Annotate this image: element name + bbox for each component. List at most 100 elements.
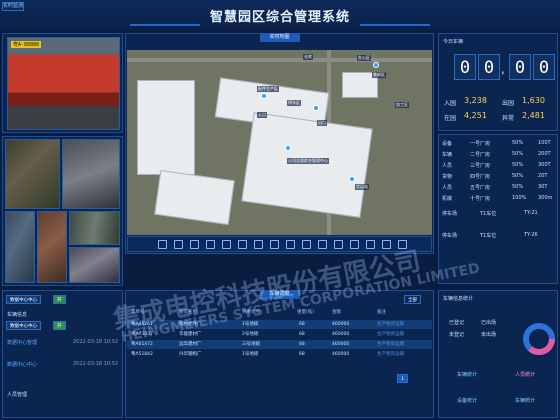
map-pin-icon[interactable] [261, 93, 267, 99]
toolbar-icon[interactable] [158, 240, 167, 249]
list-item: 人员管理 [7, 392, 28, 398]
camera-view[interactable] [5, 139, 60, 209]
stat-value: 2,481 [522, 111, 545, 120]
legend-item: 已出场 [481, 320, 497, 326]
camera-view[interactable] [5, 211, 35, 283]
right-table-cell: 20T [538, 173, 548, 179]
data-center-button[interactable]: 数据中心中心 [6, 295, 41, 304]
map-label: 加工区 [395, 102, 409, 108]
building [154, 169, 235, 226]
map-label: 停车区 [287, 100, 301, 106]
badge[interactable]: 车辆统计 [457, 371, 477, 378]
map-label: 公司总部综合管理中心 [287, 158, 329, 164]
right-table-cell: 人员 [442, 185, 453, 191]
map-label: 配件生产区 [257, 86, 279, 92]
toolbar-icon[interactable] [222, 240, 231, 249]
right-table-cell: 三号厂房 [470, 163, 491, 169]
left-bottom-panel: 数据中心中心 开 车辆信息 数据中心中心 开 数据中心管理 2022-03-18… [2, 290, 123, 418]
map-label: 装卸区 [372, 72, 386, 78]
building [137, 80, 195, 175]
map-label: 货运站 [355, 184, 369, 190]
right-table-cell: 机械 [442, 196, 453, 202]
badge[interactable]: 设备统计 [457, 397, 477, 404]
right-table-cell: 50% [512, 184, 524, 190]
toolbar-icon[interactable] [302, 240, 311, 249]
filter-select[interactable]: 全部 [404, 295, 421, 304]
right-table-cell: 人员 [442, 163, 453, 169]
map-label: 办公区 [357, 55, 371, 61]
list-item: 车辆信息 [7, 312, 28, 318]
stat-label: 在园 [444, 115, 457, 122]
list-item: 数据中心中心 [7, 362, 38, 368]
list-item: 数据中心管理 [7, 340, 38, 346]
road [127, 58, 432, 62]
right-table-cell: 100% [512, 195, 527, 201]
map-label: 仓库 [303, 54, 313, 60]
camera-grid-panel [2, 136, 123, 286]
building [241, 112, 373, 218]
stat-value: 3,238 [464, 96, 487, 105]
counter-digit: 0 [509, 54, 531, 80]
camera-view[interactable] [37, 211, 67, 283]
toolbar-icon[interactable] [270, 240, 279, 249]
camera-view[interactable] [62, 139, 120, 209]
table-row[interactable]: 粤A61472 远华建材厂 三号地磅 68 460000 生产物资运输 [127, 340, 432, 349]
map-label: 入口 [257, 112, 267, 118]
toolbar-icon[interactable] [286, 240, 295, 249]
map-pin-icon[interactable] [313, 105, 319, 111]
timestamp: 2022-03-18 10:52 [73, 339, 119, 345]
right-table-cell: 货物 [442, 174, 453, 180]
toolbar-icon[interactable] [350, 240, 359, 249]
stat-label: 异常 [502, 115, 515, 122]
header-bar: 实时监测 智慧园区综合管理系统 [0, 0, 560, 30]
badge[interactable]: 人员统计 [515, 371, 535, 378]
timestamp: 2022-03-18 10:52 [73, 361, 119, 367]
gate-cell: T1车位 [480, 233, 497, 239]
table-row[interactable]: 粤A51842 兴华钢构厂 1号地磅 68 460000 生产物资运输 [127, 350, 432, 359]
page-number[interactable]: 1 [397, 374, 408, 383]
toolbar-icon[interactable] [254, 240, 263, 249]
right-table-cell: 十号厂房 [470, 196, 491, 202]
right-table-cell: 车辆 [442, 152, 453, 158]
map-pin-icon[interactable] [349, 176, 355, 182]
right-table-cell: 300T [538, 162, 551, 168]
right-table-cell: 五号厂房 [470, 185, 491, 191]
badge[interactable]: 车辆统计 [515, 397, 535, 404]
site-map[interactable]: 配件生产区 停车区 仓库 办公区 装卸区 入口 出口 加工区 公司总部综合管理中… [127, 50, 432, 235]
toolbar-icon[interactable] [206, 240, 215, 249]
gate-cell: 停车场 [442, 233, 458, 239]
counter-digit: 0 [454, 54, 476, 80]
stat-value: 4,251 [464, 111, 487, 120]
truck-camera-view[interactable]: 粤A·88888 [7, 37, 120, 130]
gate-cell: T1车位 [480, 211, 497, 217]
page-title: 智慧园区综合管理系统 [209, 10, 350, 25]
data-center-button[interactable]: 数据中心中心 [6, 321, 41, 330]
toolbar-icon[interactable] [334, 240, 343, 249]
right-table-cell: 300m [538, 195, 553, 201]
gate-cell: TY-26 [524, 232, 538, 238]
donut-panel: 车辆信息统计 已登记 已出场 未登记 未出场 车辆统计 人员统计 设备统计 车辆… [438, 290, 558, 418]
stat-label: 入园 [444, 100, 457, 107]
right-table-cell: 200T [538, 151, 551, 157]
camera-view[interactable] [69, 247, 120, 283]
right-table-cell: 50% [512, 151, 524, 157]
counter-digit: 0 [533, 54, 555, 80]
toolbar-icon[interactable] [238, 240, 247, 249]
toolbar-icon[interactable] [318, 240, 327, 249]
toolbar-icon[interactable] [174, 240, 183, 249]
toggle-open-button[interactable]: 开 [53, 321, 66, 330]
map-pin-icon[interactable] [373, 62, 379, 68]
map-label: 出口 [317, 120, 327, 126]
toolbar-icon[interactable] [190, 240, 199, 249]
legend-item: 未出场 [481, 332, 497, 338]
map-pin-icon[interactable] [285, 145, 291, 151]
map-title: 实时地图 [259, 33, 300, 42]
right-table-cell: 30T [538, 184, 548, 190]
toggle-open-button[interactable]: 开 [53, 295, 66, 304]
right-table-cell: 设备 [442, 141, 453, 147]
stat-value: 1,630 [522, 96, 545, 105]
right-table-cell: 一号厂房 [470, 141, 491, 147]
plate-number: 粤A·88888 [11, 41, 42, 48]
camera-view[interactable] [69, 211, 120, 245]
donut-chart [523, 323, 555, 355]
